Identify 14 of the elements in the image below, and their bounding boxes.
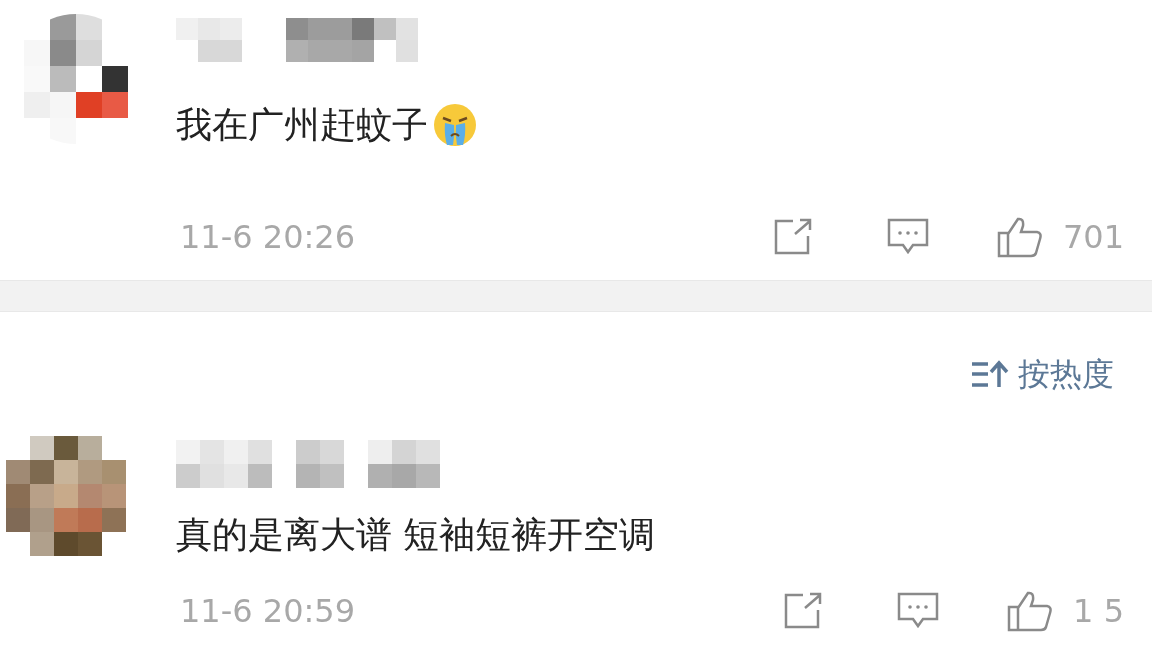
sort-button[interactable]: 按热度 <box>970 350 1114 398</box>
comment-icon[interactable] <box>897 592 940 630</box>
thumbs-up-icon[interactable] <box>1007 590 1054 632</box>
comment-text: 真的是离大谱 短袖短裤开空调 <box>176 513 656 557</box>
share-icon[interactable] <box>783 592 824 630</box>
share-icon[interactable] <box>772 218 813 256</box>
like-count: 1 5 <box>1073 591 1124 632</box>
like-count: 701 <box>1062 217 1124 258</box>
comment-icon[interactable] <box>886 218 929 256</box>
comment-time: 11-6 20:26 <box>180 217 355 258</box>
sort-icon <box>970 358 1010 390</box>
thumbs-up-icon[interactable] <box>996 216 1043 258</box>
comment-text: 我在广州赶蚊子 <box>176 103 428 147</box>
comment-time: 11-6 20:59 <box>180 591 355 632</box>
